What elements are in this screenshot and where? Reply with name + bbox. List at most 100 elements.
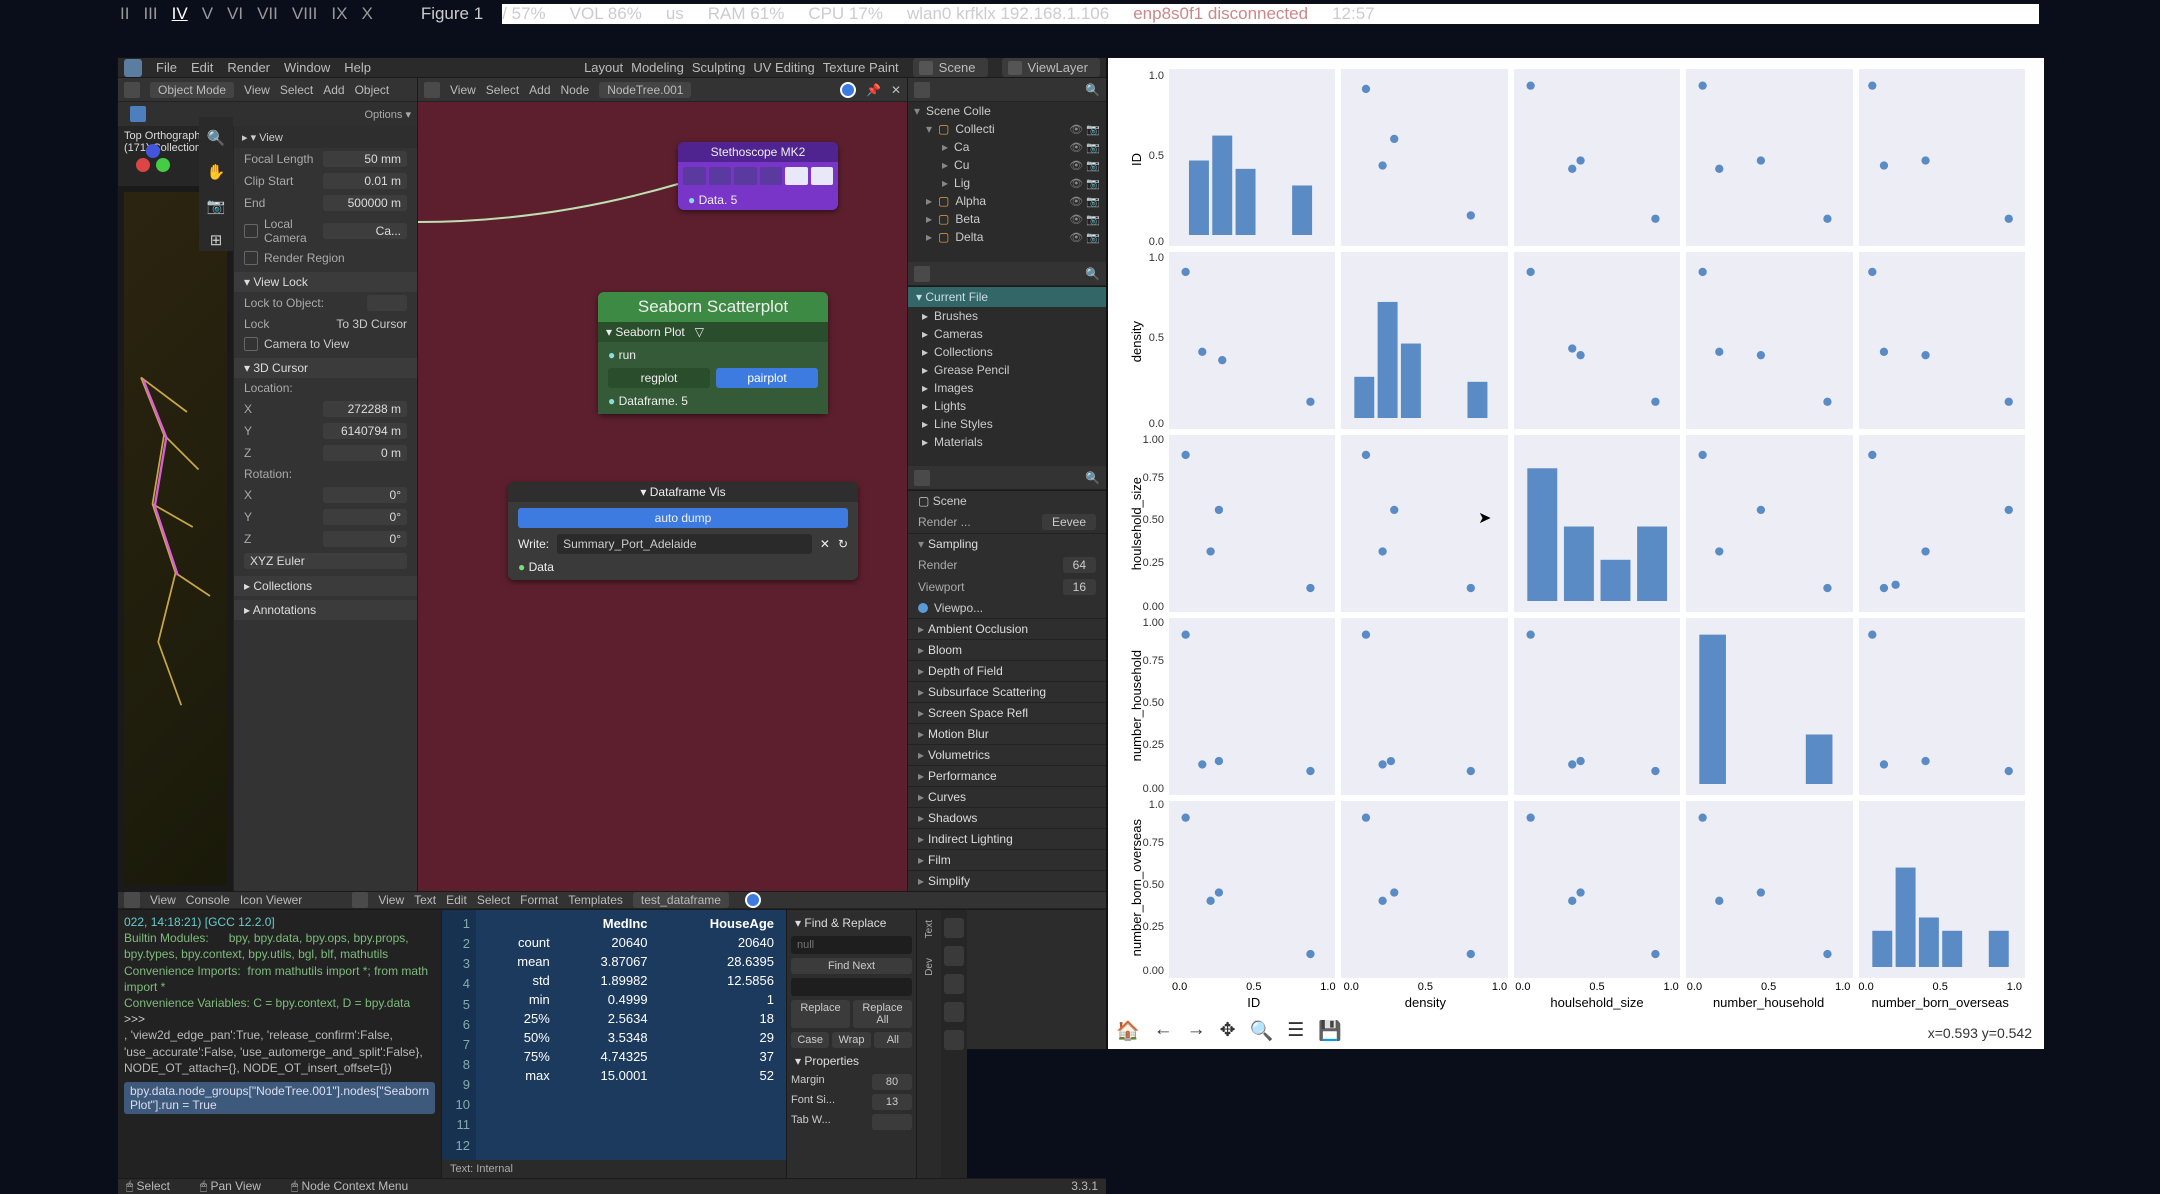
world-tab-icon[interactable] xyxy=(944,1030,964,1050)
outliner-root[interactable]: Scene Colle xyxy=(926,104,991,118)
data-item[interactable]: Cameras xyxy=(934,327,983,341)
loc-y-field[interactable]: 6140794 m xyxy=(323,423,407,439)
outliner-collection[interactable]: Collecti xyxy=(955,122,994,136)
hand-icon[interactable]: ✋ xyxy=(205,161,227,183)
save-icon[interactable]: 💾 xyxy=(1318,1019,1342,1043)
vp-menu-select[interactable]: Select xyxy=(280,83,313,97)
prop-section[interactable]: Motion Blur xyxy=(928,727,989,741)
menu-render[interactable]: Render xyxy=(227,60,270,75)
data-item[interactable]: Line Styles xyxy=(934,417,993,431)
ws-5[interactable]: V xyxy=(202,4,213,24)
loc-x-field[interactable]: 272288 m xyxy=(323,401,407,417)
viewlayer-tab-icon[interactable] xyxy=(944,974,964,994)
replace-button[interactable]: Replace xyxy=(791,1000,850,1028)
text-editor[interactable]: 123456789101112 MedIncHouseAge count2064… xyxy=(442,910,787,1178)
editor-type-icon[interactable] xyxy=(914,82,930,98)
clip-end-field[interactable]: 500000 m xyxy=(323,195,407,211)
all-toggle[interactable]: All xyxy=(874,1032,912,1048)
regplot-button[interactable]: regplot xyxy=(608,368,710,388)
search-icon[interactable]: 🔍 xyxy=(1085,471,1100,485)
prop-section[interactable]: Bloom xyxy=(928,643,962,657)
editor-type-icon[interactable] xyxy=(124,892,140,908)
outliner-item[interactable]: Cu xyxy=(954,158,969,172)
tab-sculpting[interactable]: Sculpting xyxy=(692,60,745,75)
editor-type-icon[interactable] xyxy=(352,892,368,908)
ws-2[interactable]: II xyxy=(120,4,129,24)
prop-section[interactable]: Simplify xyxy=(928,874,970,888)
close-icon[interactable]: ✕ xyxy=(891,83,901,97)
find-next-button[interactable]: Find Next xyxy=(791,958,912,974)
ws-4[interactable]: IV xyxy=(172,4,188,24)
nodetree-selector[interactable]: NodeTree.001 xyxy=(599,82,691,98)
replace-input[interactable] xyxy=(791,978,912,996)
vp-menu-object[interactable]: Object xyxy=(355,83,390,97)
cam-to-view-checkbox[interactable] xyxy=(244,337,258,351)
editor-type-icon[interactable] xyxy=(424,82,440,98)
editor-type-icon[interactable] xyxy=(914,266,930,282)
zoom-icon[interactable]: 🔍 xyxy=(1250,1019,1274,1043)
ws-10[interactable]: X xyxy=(361,4,372,24)
3d-cursor-section[interactable]: ▾ 3D Cursor xyxy=(234,358,417,378)
find-replace-header[interactable]: Find & Replace xyxy=(804,916,886,930)
refresh-icon[interactable]: ↻ xyxy=(838,537,848,551)
ws-8[interactable]: VIII xyxy=(292,4,318,24)
prop-section[interactable]: Performance xyxy=(928,769,997,783)
python-console[interactable]: 022, 14:18:21) [GCC 12.2.0] Builtin Modu… xyxy=(118,910,442,1178)
rot-z-field[interactable]: 0° xyxy=(323,531,407,547)
te-menu[interactable]: Select xyxy=(477,893,510,907)
find-input[interactable] xyxy=(791,936,912,954)
zoom-icon[interactable]: 🔍 xyxy=(205,127,227,149)
prop-section[interactable]: Indirect Lighting xyxy=(928,832,1013,846)
npanel-view-tab[interactable]: ▸ ▾ View xyxy=(242,131,283,144)
search-icon[interactable]: 🔍 xyxy=(1085,267,1100,281)
ws-9[interactable]: IX xyxy=(331,4,347,24)
ws-7[interactable]: VII xyxy=(257,4,278,24)
forward-icon[interactable]: → xyxy=(1187,1019,1206,1043)
vp-menu-view[interactable]: View xyxy=(244,83,270,97)
back-icon[interactable]: ← xyxy=(1154,1019,1173,1043)
node-dataframe-vis[interactable]: ▾ Dataframe Vis auto dump Write:✕↻ ● Dat… xyxy=(508,482,858,580)
render-tab-icon[interactable] xyxy=(944,918,964,938)
rot-y-field[interactable]: 0° xyxy=(323,509,407,525)
console-menu-view[interactable]: View xyxy=(150,893,176,907)
pairplot-button[interactable]: pairplot xyxy=(716,368,818,388)
grid-icon[interactable]: ⊞ xyxy=(205,229,227,251)
prop-section[interactable]: Screen Space Refl xyxy=(928,706,1028,720)
outliner-item[interactable]: Delta xyxy=(955,230,983,244)
menu-help[interactable]: Help xyxy=(344,60,371,75)
tab-modeling[interactable]: Modeling xyxy=(631,60,684,75)
ne-menu-add[interactable]: Add xyxy=(529,83,550,97)
margin-field[interactable]: 80 xyxy=(872,1074,912,1090)
annotations-section[interactable]: ▸ Annotations xyxy=(234,600,417,620)
te-menu[interactable]: Format xyxy=(520,893,558,907)
run-script-icon[interactable] xyxy=(745,892,761,908)
editor-type-icon[interactable] xyxy=(914,470,930,486)
camera-icon[interactable]: 📷 xyxy=(205,195,227,217)
menu-window[interactable]: Window xyxy=(284,60,330,75)
wrap-toggle[interactable]: Wrap xyxy=(832,1032,870,1048)
outliner-item[interactable]: Beta xyxy=(955,212,980,226)
local-camera-checkbox[interactable] xyxy=(244,224,258,238)
lock-3dcursor[interactable]: To 3D Cursor xyxy=(336,317,407,331)
tab-layout[interactable]: Layout xyxy=(584,60,623,75)
te-menu[interactable]: Edit xyxy=(446,893,467,907)
outliner-item[interactable]: Alpha xyxy=(955,194,986,208)
3d-viewport-content[interactable] xyxy=(118,186,234,891)
viewport-denoise[interactable]: Viewpo... xyxy=(934,601,983,615)
prop-section[interactable]: Shadows xyxy=(928,811,977,825)
sampling-section[interactable]: Sampling xyxy=(928,537,978,551)
prop-section[interactable]: Ambient Occlusion xyxy=(928,622,1028,636)
ne-menu-select[interactable]: Select xyxy=(486,83,519,97)
node-stethoscope[interactable]: Stethoscope MK2 ● Data. 5 xyxy=(678,142,838,210)
loc-z-field[interactable]: 0 m xyxy=(323,445,407,461)
data-item[interactable]: Lights xyxy=(934,399,966,413)
prop-section[interactable]: Depth of Field xyxy=(928,664,1003,678)
home-icon[interactable]: 🏠 xyxy=(1116,1019,1140,1043)
ws-6[interactable]: VI xyxy=(227,4,243,24)
rotation-mode-dropdown[interactable]: XYZ Euler xyxy=(244,553,407,569)
prop-section[interactable]: Film xyxy=(928,853,951,867)
axis-gizmo[interactable] xyxy=(138,150,170,182)
data-item[interactable]: Materials xyxy=(934,435,983,449)
menu-file[interactable]: File xyxy=(156,60,177,75)
prop-section[interactable]: Volumetrics xyxy=(928,748,990,762)
